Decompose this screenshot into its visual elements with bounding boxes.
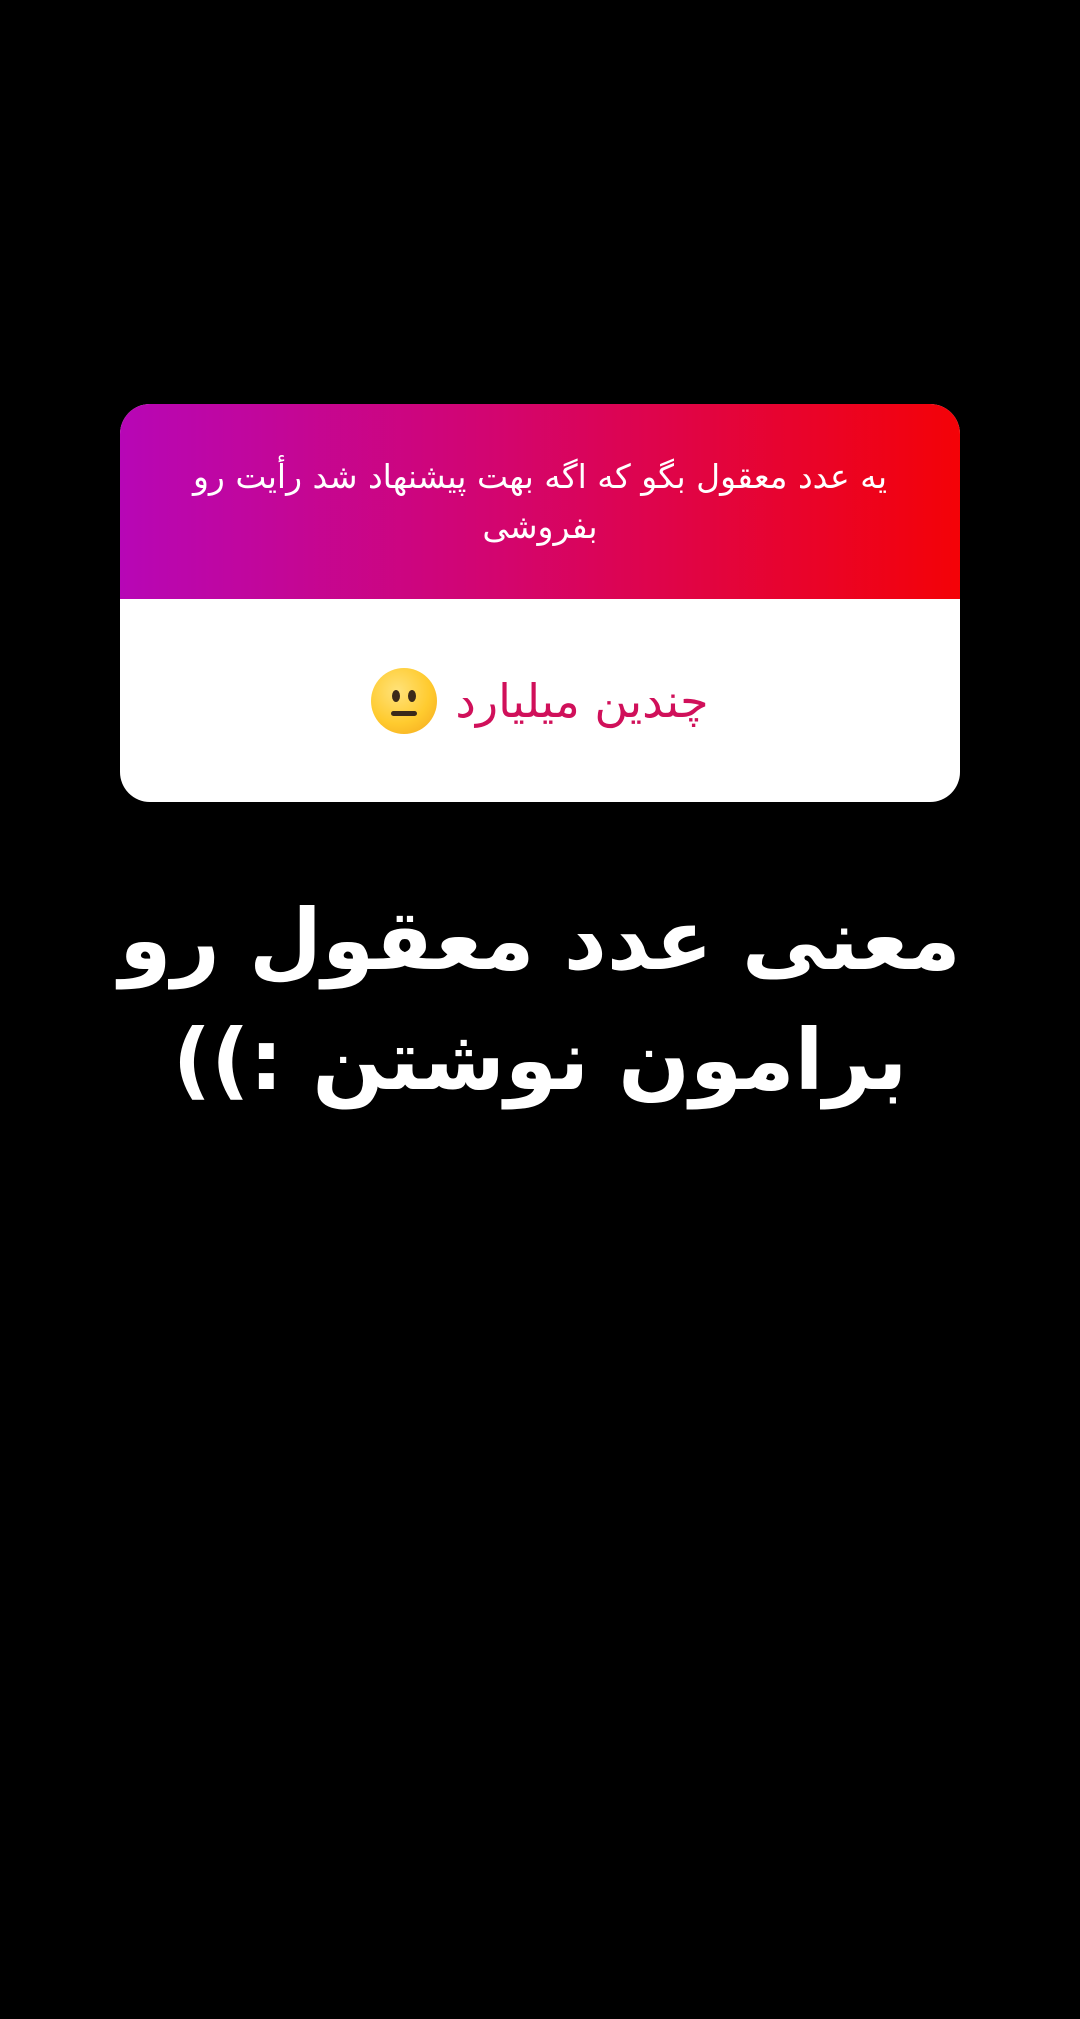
answer-area: چندین میلیارد bbox=[120, 599, 960, 802]
answer: چندین میلیارد bbox=[371, 667, 709, 734]
emoji-mouth bbox=[391, 710, 418, 716]
story-caption: معنی عدد معقول رو برامون نوشتن :)) bbox=[119, 891, 961, 1109]
neutral-face-icon bbox=[371, 667, 438, 734]
emoji-eye-left bbox=[392, 689, 401, 702]
question-sticker-card: یه عدد معقول بگو که اگه بهت پیشنهاد شد ر… bbox=[120, 404, 960, 802]
emoji-eye-right bbox=[408, 689, 417, 702]
question-header: یه عدد معقول بگو که اگه بهت پیشنهاد شد ر… bbox=[120, 404, 960, 599]
question-text: یه عدد معقول بگو که اگه بهت پیشنهاد شد ر… bbox=[192, 456, 888, 546]
answer-text: چندین میلیارد bbox=[455, 673, 709, 728]
